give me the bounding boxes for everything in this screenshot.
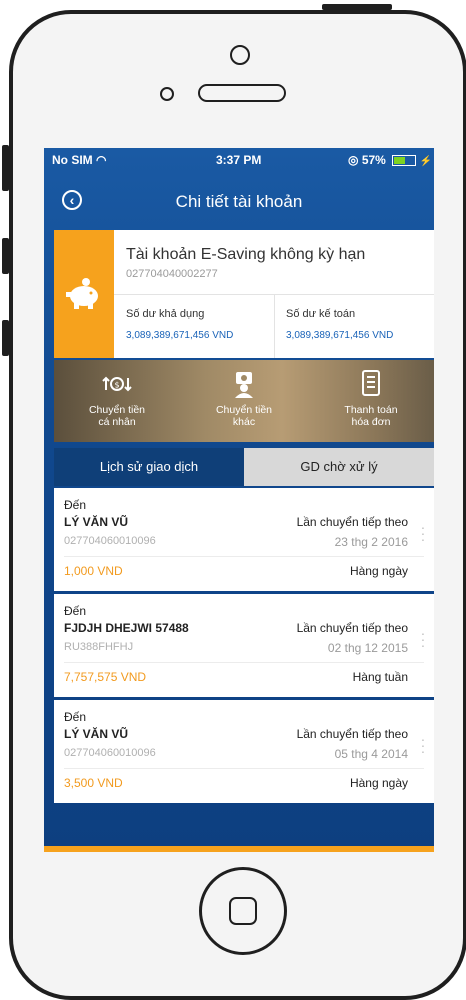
wifi-icon: ◠ xyxy=(96,153,107,167)
available-balance-label: Số dư khả dụng xyxy=(126,308,205,320)
status-battery: ◎ 57% ⚡ xyxy=(348,153,432,167)
action-label: Chuyển tiền cá nhân xyxy=(88,404,146,428)
battery-icon xyxy=(392,155,417,167)
earpiece-speaker xyxy=(198,84,286,102)
more-options-icon[interactable]: · · · xyxy=(420,520,426,546)
account-name: Tài khoản E-Saving không kỳ hạn xyxy=(126,246,366,263)
transfer-other-icon xyxy=(235,372,253,398)
charging-icon: ⚡ xyxy=(419,156,432,167)
txn-recipient-name: FJDJH DHEJWI 57488 xyxy=(64,621,189,635)
status-carrier: No SIM ◠ xyxy=(52,153,107,167)
action-transfer-personal[interactable]: $ Chuyển tiền cá nhân xyxy=(54,360,180,442)
txn-frequency: Hàng ngày xyxy=(349,564,408,578)
tab-bar: Lịch sử giao dịch GD chờ xử lý xyxy=(54,448,434,486)
txn-recipient-account: RU388FHFHJ xyxy=(64,641,134,653)
page-title: Chi tiết tài khoản xyxy=(175,192,303,211)
action-label: Thanh toán hóa đơn xyxy=(344,404,398,428)
txn-direction: Đến xyxy=(64,710,87,724)
battery-level xyxy=(394,157,406,165)
account-card: Tài khoản E-Saving không kỳ hạn 02770404… xyxy=(54,230,434,358)
txn-next-date: 05 thg 4 2014 xyxy=(334,747,408,761)
txn-next-label: Lần chuyển tiếp theo xyxy=(296,515,408,529)
txn-amount: 1,000 VND xyxy=(64,564,123,578)
action-bill-payment[interactable]: Thanh toán hóa đơn xyxy=(308,360,434,442)
txn-direction: Đến xyxy=(64,498,87,512)
quick-actions: $ Chuyển tiền cá nhân Chuyển tiền khác T… xyxy=(54,360,434,442)
status-time: 3:37 PM xyxy=(216,153,262,167)
txn-amount: 3,500 VND xyxy=(64,776,123,790)
more-options-icon[interactable]: · · · xyxy=(420,732,426,758)
divider xyxy=(64,556,424,557)
txn-frequency: Hàng ngày xyxy=(349,776,408,790)
lock-rotation-icon: ◎ xyxy=(348,153,359,167)
volume-up-button xyxy=(2,238,9,274)
home-button[interactable] xyxy=(199,867,287,955)
available-balance-value: 3,089,389,671,456 VND xyxy=(126,330,234,341)
ledger-balance-label: Số dư kế toán xyxy=(286,308,356,320)
more-options-icon[interactable]: · · · xyxy=(420,626,426,652)
divider xyxy=(64,662,424,663)
bottom-accent-bar xyxy=(44,846,434,852)
front-camera xyxy=(230,45,250,65)
transfer-personal-icon: $ xyxy=(102,376,132,392)
txn-recipient-account: 027704060010096 xyxy=(64,535,156,547)
txn-next-label: Lần chuyển tiếp theo xyxy=(296,727,408,741)
txn-next-date: 23 thg 2 2016 xyxy=(334,535,408,549)
txn-next-date: 02 thg 12 2015 xyxy=(327,641,408,655)
piggy-bank-icon xyxy=(66,278,98,309)
txn-direction: Đến xyxy=(64,604,87,618)
home-square-icon xyxy=(229,897,257,925)
list-item[interactable]: Đến LÝ VĂN VŨ 027704060010096 1,000 VND … xyxy=(54,488,434,591)
svg-text:$: $ xyxy=(114,381,119,390)
list-item[interactable]: Đến LÝ VĂN VŨ 027704060010096 3,500 VND … xyxy=(54,700,434,803)
status-bar: No SIM ◠ 3:37 PM ◎ 57% ⚡ xyxy=(44,148,434,172)
proximity-sensor xyxy=(160,87,174,101)
bill-payment-icon xyxy=(362,370,380,396)
nav-bar: ‹ Chi tiết tài khoản xyxy=(44,176,434,224)
txn-recipient-name: LÝ VĂN VŨ xyxy=(64,515,129,529)
account-card-side xyxy=(54,230,114,358)
txn-recipient-account: 027704060010096 xyxy=(64,747,156,759)
mute-switch xyxy=(2,145,9,191)
list-item[interactable]: Đến FJDJH DHEJWI 57488 RU388FHFHJ 7,757,… xyxy=(54,594,434,697)
txn-amount: 7,757,575 VND xyxy=(64,670,147,684)
action-label: Chuyển tiền khác xyxy=(215,404,273,428)
txn-frequency: Hàng tuần xyxy=(352,670,408,684)
ledger-balance-value: 3,089,389,671,456 VND xyxy=(286,330,394,341)
tab-transaction-history[interactable]: Lịch sử giao dịch xyxy=(54,448,244,486)
txn-recipient-name: LÝ VĂN VŨ xyxy=(64,727,129,741)
divider xyxy=(274,294,275,358)
account-number: 027704040002277 xyxy=(126,268,218,280)
power-button xyxy=(322,4,392,10)
divider xyxy=(64,768,424,769)
txn-next-label: Lần chuyển tiếp theo xyxy=(296,621,408,635)
volume-down-button xyxy=(2,320,9,356)
action-transfer-other[interactable]: Chuyển tiền khác xyxy=(181,360,307,442)
app-screen: No SIM ◠ 3:37 PM ◎ 57% ⚡ ‹ Chi tiết tài … xyxy=(44,148,434,852)
tab-pending-transactions[interactable]: GD chờ xử lý xyxy=(244,448,434,486)
